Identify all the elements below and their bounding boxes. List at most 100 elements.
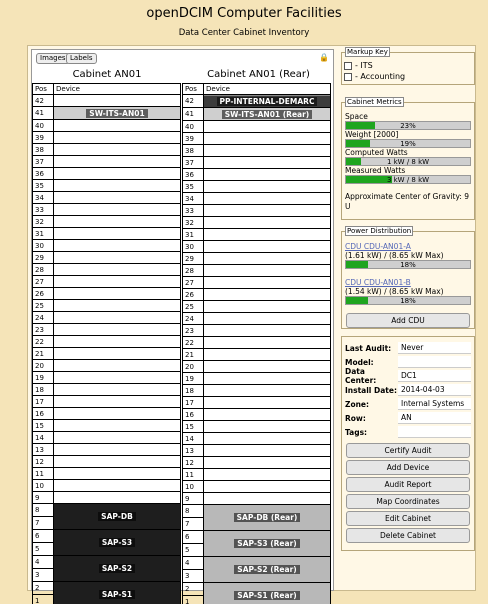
rack-empty-slot[interactable] xyxy=(53,131,181,144)
rack-empty-slot[interactable] xyxy=(203,432,331,445)
rack-empty-slot[interactable] xyxy=(203,228,331,241)
rack-empty-slot[interactable] xyxy=(203,324,331,337)
rack-position: 25 xyxy=(32,299,54,312)
markup-key-item[interactable]: - Accounting xyxy=(344,72,474,83)
rack-empty-slot[interactable] xyxy=(203,204,331,217)
rack-empty-slot[interactable] xyxy=(53,407,181,420)
rack-empty-slot[interactable] xyxy=(203,252,331,265)
rack-empty-slot[interactable] xyxy=(203,408,331,421)
rack-empty-slot[interactable] xyxy=(203,444,331,457)
cdu-link-a[interactable]: CDU CDU-AN01-A xyxy=(345,242,411,251)
rack-empty-slot[interactable] xyxy=(53,395,181,408)
rack-empty-slot[interactable] xyxy=(203,300,331,313)
rack-position: 39 xyxy=(32,131,54,144)
rack-device[interactable]: SAP-S1 xyxy=(54,582,180,604)
rack-empty-slot[interactable] xyxy=(53,263,181,276)
rack-device[interactable]: SAP-S2 (Rear) xyxy=(204,557,330,582)
rack-empty-slot[interactable] xyxy=(53,287,181,300)
rack-device[interactable]: SAP-S3 (Rear) xyxy=(204,531,330,556)
rack-empty-slot[interactable] xyxy=(203,456,331,469)
cdu-link-b[interactable]: CDU CDU-AN01-B xyxy=(345,278,411,287)
rack-empty-slot[interactable] xyxy=(53,359,181,372)
rack-empty-slot[interactable] xyxy=(203,156,331,169)
rack-device-cell: SAP-DB (Rear) xyxy=(203,504,331,531)
rack-empty-slot[interactable] xyxy=(53,431,181,444)
rack-empty-slot[interactable] xyxy=(203,216,331,229)
pos-header: Pos xyxy=(32,83,54,95)
rack-device[interactable]: SAP-DB (Rear) xyxy=(204,505,330,530)
rack-empty-slot[interactable] xyxy=(53,491,181,504)
rack-device[interactable]: PP-INTERNAL-DEMARC xyxy=(204,95,330,107)
rack-empty-slot[interactable] xyxy=(53,251,181,264)
rack-empty-slot[interactable] xyxy=(53,467,181,480)
rack-empty-slot[interactable] xyxy=(53,94,181,107)
rack-empty-slot[interactable] xyxy=(53,143,181,156)
markup-key-item[interactable]: - ITS xyxy=(344,61,474,72)
rack-empty-slot[interactable] xyxy=(53,191,181,204)
rack-device[interactable]: SAP-S3 xyxy=(54,530,180,555)
labels-toggle-button[interactable]: Labels xyxy=(66,53,97,64)
checkbox-icon[interactable] xyxy=(344,61,352,70)
rack-empty-slot[interactable] xyxy=(53,167,181,180)
rack-device[interactable]: SW-ITS-AN01 (Rear) xyxy=(204,108,330,120)
rack-empty-slot[interactable] xyxy=(53,155,181,168)
rack-empty-slot[interactable] xyxy=(53,335,181,348)
rack-empty-slot[interactable] xyxy=(53,215,181,228)
rack-empty-slot[interactable] xyxy=(203,168,331,181)
rack-empty-slot[interactable] xyxy=(203,384,331,397)
rack-empty-slot[interactable] xyxy=(53,311,181,324)
certify-audit-button[interactable]: Certify Audit xyxy=(346,443,470,458)
add-cdu-button[interactable]: Add CDU xyxy=(346,313,470,328)
rack-empty-slot[interactable] xyxy=(203,396,331,409)
add-device-button[interactable]: Add Device xyxy=(346,460,470,475)
map-coordinates-button[interactable]: Map Coordinates xyxy=(346,494,470,509)
rack-empty-slot[interactable] xyxy=(53,227,181,240)
images-toggle-button[interactable]: Images xyxy=(36,53,70,64)
rack-empty-slot[interactable] xyxy=(53,119,181,132)
rack-empty-slot[interactable] xyxy=(203,192,331,205)
rack-empty-slot[interactable] xyxy=(53,455,181,468)
rack-empty-slot[interactable] xyxy=(203,348,331,361)
rack-empty-slot[interactable] xyxy=(203,288,331,301)
rack-device[interactable]: SAP-S2 xyxy=(54,556,180,581)
rack-empty-slot[interactable] xyxy=(203,144,331,157)
rack-empty-slot[interactable] xyxy=(53,443,181,456)
rack-empty-slot[interactable] xyxy=(53,347,181,360)
rack-empty-slot[interactable] xyxy=(53,203,181,216)
rack-empty-slot[interactable] xyxy=(203,132,331,145)
rack-device[interactable]: SAP-DB xyxy=(54,504,180,529)
rack-empty-slot[interactable] xyxy=(203,120,331,133)
rack-row: 33 xyxy=(182,204,331,217)
rack-empty-slot[interactable] xyxy=(53,275,181,288)
rack-empty-slot[interactable] xyxy=(203,240,331,253)
rack-device-label: SAP-S1 (Rear) xyxy=(234,591,300,600)
rack-device[interactable]: SAP-S1 (Rear) xyxy=(204,583,330,604)
rack-empty-slot[interactable] xyxy=(53,323,181,336)
rack-empty-slot[interactable] xyxy=(203,180,331,193)
rack-empty-slot[interactable] xyxy=(203,372,331,385)
rack-empty-slot[interactable] xyxy=(203,336,331,349)
rack-empty-slot[interactable] xyxy=(53,371,181,384)
rack-empty-slot[interactable] xyxy=(53,179,181,192)
rack-empty-slot[interactable] xyxy=(53,299,181,312)
rack-empty-slot[interactable] xyxy=(203,420,331,433)
rack-empty-slot[interactable] xyxy=(203,264,331,277)
computed-watts-bar: 1 kW / 8 kW xyxy=(345,157,471,166)
edit-cabinet-button[interactable]: Edit Cabinet xyxy=(346,511,470,526)
rack-empty-slot[interactable] xyxy=(203,468,331,481)
delete-cabinet-button[interactable]: Delete Cabinet xyxy=(346,528,470,543)
rack-empty-slot[interactable] xyxy=(203,480,331,493)
rack-empty-slot[interactable] xyxy=(203,360,331,373)
rack-empty-slot[interactable] xyxy=(203,492,331,505)
rack-empty-slot[interactable] xyxy=(203,276,331,289)
rack-empty-slot[interactable] xyxy=(53,383,181,396)
rack-device[interactable]: SW-ITS-AN01 xyxy=(54,107,180,119)
lock-icon[interactable]: 🔒 xyxy=(319,53,329,62)
rack-empty-slot[interactable] xyxy=(203,312,331,325)
rack-empty-slot[interactable] xyxy=(53,479,181,492)
rack-empty-slot[interactable] xyxy=(53,239,181,252)
rack-empty-slot[interactable] xyxy=(53,419,181,432)
checkbox-icon[interactable] xyxy=(344,72,352,81)
audit-report-button[interactable]: Audit Report xyxy=(346,477,470,492)
row-label: Row: xyxy=(345,413,366,423)
